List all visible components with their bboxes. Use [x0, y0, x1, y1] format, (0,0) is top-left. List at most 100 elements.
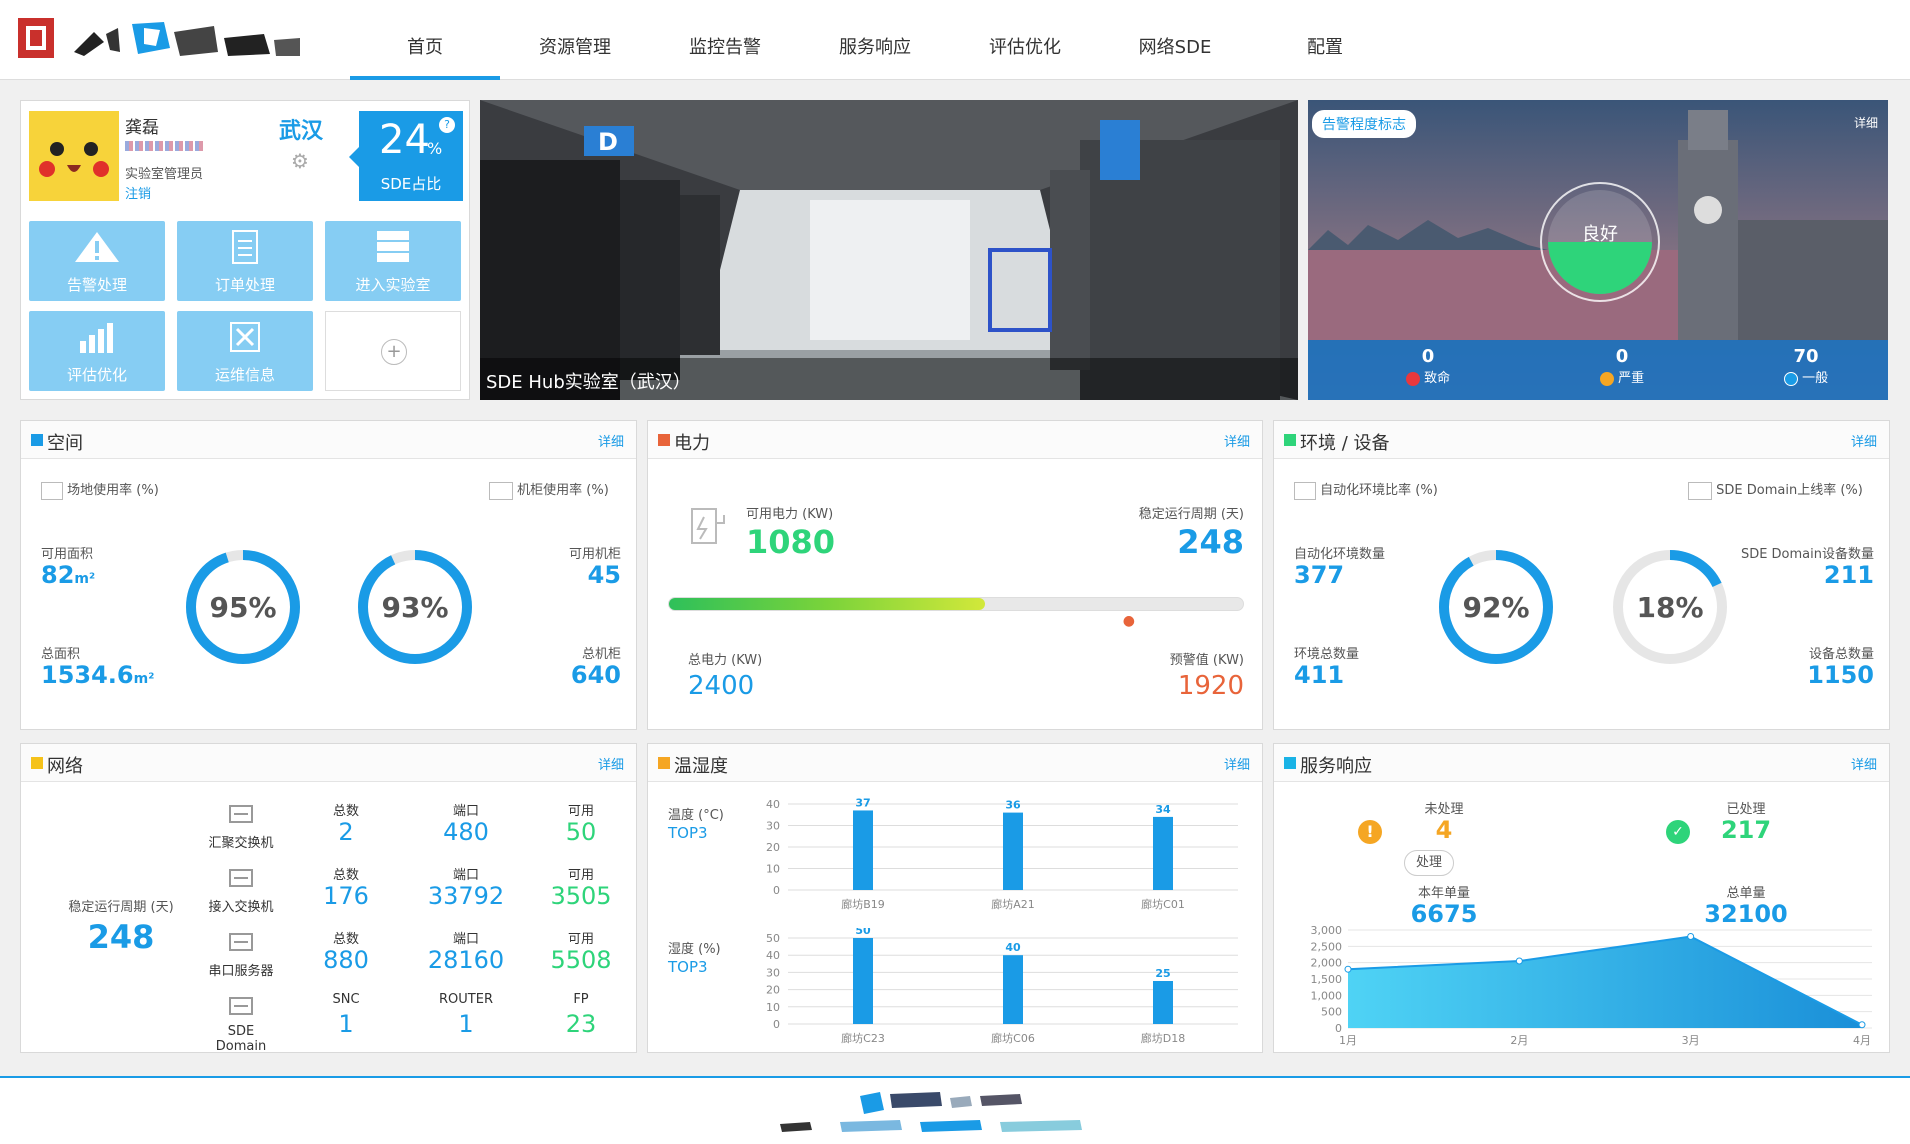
svg-text:D: D	[598, 128, 618, 156]
col1-header: 总数	[332, 868, 359, 883]
avatar[interactable]	[29, 111, 119, 201]
y-tick-label: 50	[766, 932, 780, 945]
x-tick-label: 廊坊D18	[1141, 1031, 1185, 1045]
col1-value: 176	[323, 882, 369, 910]
power-panel: 电力 详细 可用电力 (KW) 1080 稳定运行周期 (天) 248 ● 总电力…	[647, 420, 1263, 730]
help-icon[interactable]: ?	[439, 117, 455, 133]
env-title: 环境 / 设备	[1300, 433, 1390, 454]
nav-config[interactable]: 配置	[1250, 0, 1400, 80]
tile-enter-lab-label: 进入实验室	[355, 276, 431, 294]
alarm-panel: 告警程度标志 详细 良好 0 致命 0 严重 70 一般	[1308, 100, 1888, 400]
add-tile-button[interactable]: +	[325, 311, 461, 391]
pending-label: 未处理	[1424, 802, 1464, 817]
logout-link[interactable]: 注销	[125, 183, 151, 202]
nav-network-sde[interactable]: 网络SDE	[1100, 0, 1250, 80]
severe-icon	[1599, 371, 1614, 386]
service-detail-link[interactable]: 详细	[1851, 754, 1877, 773]
y-tick-label: 0	[773, 1018, 780, 1031]
col3-header: 可用	[567, 804, 594, 819]
sde-ratio-label: SDE占比	[380, 175, 442, 193]
bar-chart-icon	[80, 323, 113, 353]
network-panel: 网络 详细 稳定运行周期 (天) 248 汇聚交换机 总数 2 端口 480 可用…	[20, 743, 637, 1054]
site-rate-label: 场地使用率 (%)	[41, 479, 159, 500]
power-title: 电力	[674, 433, 710, 454]
temp-label: 温度 (°C)	[668, 808, 724, 823]
footer-logo	[780, 1092, 1082, 1132]
user-id-blurred	[125, 141, 205, 151]
device-total-label: 设备总数量	[1808, 647, 1874, 662]
nav-home[interactable]: 首页	[350, 0, 500, 80]
col2-value: 480	[443, 818, 489, 846]
col2-header: 端口	[452, 804, 479, 819]
y-tick-label: 40	[766, 798, 780, 811]
nav-resource[interactable]: 资源管理	[500, 0, 650, 80]
total-power-value: 2400	[688, 671, 755, 701]
device-total-value: 1150	[1807, 661, 1874, 689]
plus-icon: +	[381, 339, 407, 365]
tile-order-label: 订单处理	[214, 276, 275, 294]
alarm-counts: 0 致命 0 严重 70 一般	[1308, 340, 1888, 400]
document-icon	[232, 230, 258, 264]
bar	[853, 810, 873, 890]
y-tick-label: 500	[1321, 1006, 1342, 1019]
auto-rate-value: 92%	[1462, 590, 1530, 624]
done-label: 已处理	[1726, 802, 1766, 817]
site-rate-text: 场地使用率 (%)	[67, 483, 159, 498]
total-cabinet-label: 总机柜	[581, 647, 621, 662]
domain-rate-label: SDE Domain上线率 (%)	[1688, 479, 1863, 500]
cabinet-rate-text: 机柜使用率 (%)	[517, 483, 609, 498]
handle-button[interactable]: 处理	[1404, 850, 1454, 876]
tile-ops-info[interactable]: 运维信息	[177, 311, 313, 391]
bar-value-label: 50	[855, 928, 871, 937]
y-tick-label: 10	[766, 863, 780, 876]
col3-value: 50	[565, 818, 597, 846]
nav-service[interactable]: 服务响应	[800, 0, 950, 80]
y-tick-label: 10	[766, 1001, 780, 1014]
avail-power-label: 可用电力 (KW)	[746, 507, 834, 522]
normal-icon	[1783, 371, 1798, 386]
nav-evaluate[interactable]: 评估优化	[950, 0, 1100, 80]
col2-value: 28160	[427, 946, 505, 974]
alarm-severe: 0 严重	[1562, 346, 1682, 386]
col3-header: FP	[573, 992, 589, 1007]
avail-area-unit: m²	[74, 571, 96, 587]
x-tick-label: 4月	[1853, 1034, 1871, 1047]
switch-icon	[201, 800, 281, 830]
tile-enter-lab[interactable]: 进入实验室	[325, 221, 461, 301]
warn-power-value: 1920	[1177, 671, 1244, 701]
y-tick-label: 2,500	[1311, 940, 1343, 953]
gear-icon[interactable]: ⚙	[291, 149, 309, 173]
x-tick-label: 1月	[1339, 1034, 1357, 1047]
total-area-number: 1534.6	[41, 661, 134, 689]
nav-monitor[interactable]: 监控告警	[650, 0, 800, 80]
service-title: 服务响应	[1300, 756, 1372, 777]
col3-value: 5508	[550, 946, 612, 974]
stable-label: 稳定运行周期 (天)	[1138, 507, 1244, 522]
bar	[1003, 955, 1023, 1024]
x-tick-label: 2月	[1510, 1034, 1528, 1047]
domain-icon	[201, 992, 281, 1022]
building-icon	[41, 481, 63, 500]
server-icon	[377, 231, 409, 262]
device-name: 串口服务器	[208, 964, 274, 979]
env-detail-link[interactable]: 详细	[1851, 431, 1877, 450]
alarm-detail-link[interactable]: 详细	[1854, 114, 1878, 131]
y-tick-label: 30	[766, 820, 780, 833]
temperature-detail-link[interactable]: 详细	[1224, 754, 1250, 773]
top-bar: 首页 资源管理 监控告警 服务响应 评估优化 网络SDE 配置	[0, 0, 1910, 80]
total-area-value: 1534.6m²	[41, 661, 154, 689]
power-usage-fill	[669, 598, 985, 610]
tile-order[interactable]: 订单处理	[177, 221, 313, 301]
power-detail-link[interactable]: 详细	[1224, 431, 1250, 450]
alarm-fatal-count: 0	[1421, 346, 1435, 367]
network-detail-link[interactable]: 详细	[598, 754, 624, 773]
building-icon	[1294, 481, 1316, 500]
network-row: 串口服务器 总数 880 端口 28160 可用 5508	[201, 928, 621, 988]
y-tick-label: 40	[766, 949, 780, 962]
bar-value-label: 37	[855, 796, 870, 809]
cabinet-rate-ring: 93%	[355, 547, 475, 667]
alarm-normal-count: 70	[1793, 346, 1819, 367]
tile-evaluate[interactable]: 评估优化	[29, 311, 165, 391]
space-detail-link[interactable]: 详细	[598, 431, 624, 450]
tile-alarm[interactable]: 告警处理	[29, 221, 165, 301]
